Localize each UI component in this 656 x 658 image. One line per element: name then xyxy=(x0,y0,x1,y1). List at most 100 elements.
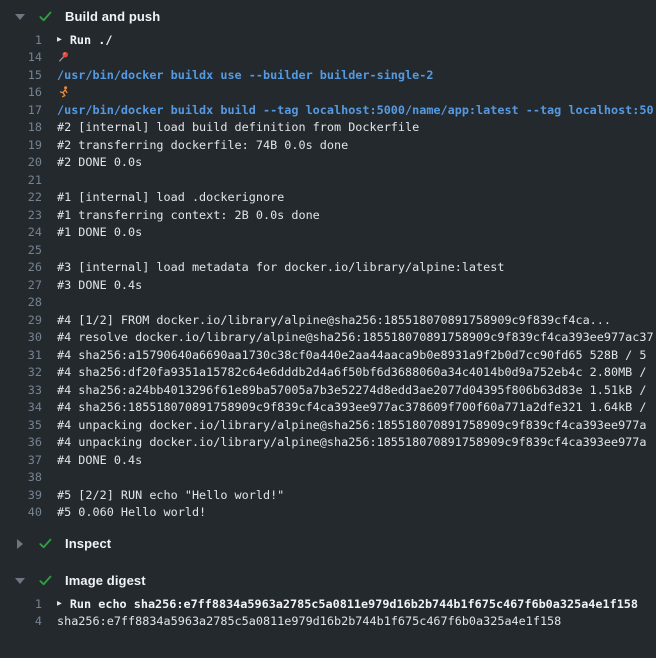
log-line: 33 #4 sha256:a24bb4013296f61e89ba57005a7b… xyxy=(0,381,656,399)
log-line: 38 xyxy=(0,469,656,487)
log-rows-build-and-push: 1 ▶Run ./ 14 Using builder instance builder… xyxy=(0,31,656,521)
expand-group-icon[interactable]: ▶ xyxy=(57,599,62,608)
line-number[interactable]: 25 xyxy=(0,243,42,257)
log-line: 21 xyxy=(0,171,656,189)
line-number[interactable]: 38 xyxy=(0,470,42,484)
line-content: /usr/bin/docker buildx build --tag local… xyxy=(57,103,656,117)
log-line: 17/usr/bin/docker buildx build --tag loc… xyxy=(0,101,656,119)
line-number[interactable]: 37 xyxy=(0,453,42,467)
line-number[interactable]: 19 xyxy=(0,138,42,152)
line-text: #5 0.060 Hello world! xyxy=(57,505,206,519)
log-line: 14 Using builder instance builder-single-… xyxy=(0,49,656,67)
line-number[interactable]: 40 xyxy=(0,505,42,519)
line-content[interactable]: ▶Run ./ xyxy=(57,33,656,47)
line-number[interactable]: 36 xyxy=(0,435,42,449)
expand-group-icon[interactable]: ▶ xyxy=(57,35,62,44)
line-content: #3 [internal] load metadata for docker.i… xyxy=(57,260,656,274)
line-text: #4 unpacking docker.io/library/alpine@sh… xyxy=(57,435,647,449)
line-number[interactable]: 27 xyxy=(0,278,42,292)
line-number[interactable]: 16 xyxy=(0,85,42,99)
line-number[interactable]: 20 xyxy=(0,155,42,169)
line-content: #2 [internal] load build definition from… xyxy=(57,120,656,134)
section-header-image-digest[interactable]: Image digest xyxy=(0,564,656,595)
line-number[interactable]: 29 xyxy=(0,313,42,327)
success-check-icon xyxy=(38,573,53,588)
section-label: Image digest xyxy=(65,573,146,588)
log-line: 26 #3 [internal] load metadata for docker… xyxy=(0,259,656,277)
line-text: #2 DONE 0.0s xyxy=(57,155,142,169)
log-line: 18 #2 [internal] load build definition fr… xyxy=(0,119,656,137)
line-text: /usr/bin/docker buildx use --builder bui… xyxy=(57,68,433,82)
line-number[interactable]: 33 xyxy=(0,383,42,397)
line-content: #1 transferring context: 2B 0.0s done xyxy=(57,208,656,222)
line-number[interactable]: 4 xyxy=(0,614,42,628)
line-content: Starting build... xyxy=(57,85,70,99)
line-text: #4 sha256:185518070891758909c9f839cf4ca3… xyxy=(57,400,647,414)
line-content[interactable]: ▶ Run echo sha256:e7ff8834a5963a2785c5a08… xyxy=(57,597,656,611)
line-text: Run echo sha256:e7ff8834a5963a2785c5a081… xyxy=(70,597,638,611)
line-text: #4 unpacking docker.io/library/alpine@sh… xyxy=(57,418,647,432)
log-line: 23 #1 transferring context: 2B 0.0s done xyxy=(0,206,656,224)
line-text: #4 sha256:df20fa9351a15782c64e6dddb2d4a6… xyxy=(57,365,647,379)
line-number[interactable]: 30 xyxy=(0,330,42,344)
line-number[interactable]: 1 xyxy=(0,33,42,47)
log-line: 4 sha256:e7ff8834a5963a2785c5a0811e979d16… xyxy=(0,613,656,631)
log-line: 27 #3 DONE 0.4s xyxy=(0,276,656,294)
line-content: #4 sha256:df20fa9351a15782c64e6dddb2d4a6… xyxy=(57,365,656,379)
log-line: 29 #4 [1/2] FROM docker.io/library/alpine… xyxy=(0,311,656,329)
line-number[interactable]: 39 xyxy=(0,488,42,502)
line-content: #3 DONE 0.4s xyxy=(57,278,656,292)
line-number[interactable]: 18 xyxy=(0,120,42,134)
line-number[interactable]: 23 xyxy=(0,208,42,222)
line-number[interactable]: 17 xyxy=(0,103,42,117)
line-text: #4 sha256:a15790640a6690aa1730c38cf0a440… xyxy=(57,348,647,362)
line-content: #5 [2/2] RUN echo "Hello world!" xyxy=(57,488,656,502)
line-content: #4 DONE 0.4s xyxy=(57,453,656,467)
log-rows-image-digest: 1 ▶ Run echo sha256:e7ff8834a5963a2785c5a0… xyxy=(0,595,656,630)
line-content: #4 [1/2] FROM docker.io/library/alpine@s… xyxy=(57,313,656,327)
line-text: /usr/bin/docker buildx build --tag local… xyxy=(57,103,654,117)
log-line: 40 #5 0.060 Hello world! xyxy=(0,504,656,522)
log-line: 1 ▶Run ./ xyxy=(0,31,656,49)
line-content: #5 0.060 Hello world! xyxy=(57,505,656,519)
success-check-icon xyxy=(38,9,53,24)
log-line: 20 #2 DONE 0.0s xyxy=(0,154,656,172)
actions-log-viewer: Build and push1▶Run ./14Using builder in… xyxy=(0,0,656,658)
line-number[interactable]: 35 xyxy=(0,418,42,432)
chevron-down-icon xyxy=(14,578,26,584)
log-line: 32 #4 sha256:df20fa9351a15782c64e6dddb2d4… xyxy=(0,364,656,382)
line-number[interactable]: 34 xyxy=(0,400,42,414)
line-content: /usr/bin/docker buildx use --builder bui… xyxy=(57,68,656,82)
line-number[interactable]: 31 xyxy=(0,348,42,362)
line-number[interactable]: 22 xyxy=(0,190,42,204)
section-label: Inspect xyxy=(65,536,111,551)
line-text: #4 resolve docker.io/library/alpine@sha2… xyxy=(57,330,654,344)
line-text: #2 transferring dockerfile: 74B 0.0s don… xyxy=(57,138,348,152)
line-number[interactable]: 26 xyxy=(0,260,42,274)
log-line: 24#1 DONE 0.0s xyxy=(0,224,656,242)
line-text: #3 DONE 0.4s xyxy=(57,278,142,292)
section-header-build-and-push[interactable]: Build and push xyxy=(0,0,656,31)
log-line: 19 #2 transferring dockerfile: 74B 0.0s d… xyxy=(0,136,656,154)
log-line: 35 #4 unpacking docker.io/library/alpine@… xyxy=(0,416,656,434)
log-line: 39 #5 [2/2] RUN echo "Hello world!" xyxy=(0,486,656,504)
line-number[interactable]: 32 xyxy=(0,365,42,379)
line-text: #3 [internal] load metadata for docker.i… xyxy=(57,260,504,274)
line-content: Using builder instance builder-single-2 xyxy=(57,50,70,64)
log-line: 37 #4 DONE 0.4s xyxy=(0,451,656,469)
line-content: sha256:e7ff8834a5963a2785c5a0811e979d16b… xyxy=(57,614,656,628)
line-number[interactable]: 1 xyxy=(0,597,42,611)
log-line: 15/usr/bin/docker buildx use --builder b… xyxy=(0,66,656,84)
line-content: #4 sha256:a24bb4013296f61e89ba57005a7b3e… xyxy=(57,383,656,397)
line-number[interactable]: 14 xyxy=(0,50,42,64)
line-text: #4 DONE 0.4s xyxy=(57,453,142,467)
log-sections: Build and push1▶Run ./14Using builder in… xyxy=(0,0,656,630)
line-content: #2 transferring dockerfile: 74B 0.0s don… xyxy=(57,138,656,152)
line-number[interactable]: 24 xyxy=(0,225,42,239)
section-header-inspect[interactable]: Inspect xyxy=(0,527,656,558)
line-content: #1 [internal] load .dockerignore xyxy=(57,190,656,204)
line-number[interactable]: 28 xyxy=(0,295,42,309)
success-check-icon xyxy=(38,536,53,551)
line-number[interactable]: 15 xyxy=(0,68,42,82)
line-number[interactable]: 21 xyxy=(0,173,42,187)
